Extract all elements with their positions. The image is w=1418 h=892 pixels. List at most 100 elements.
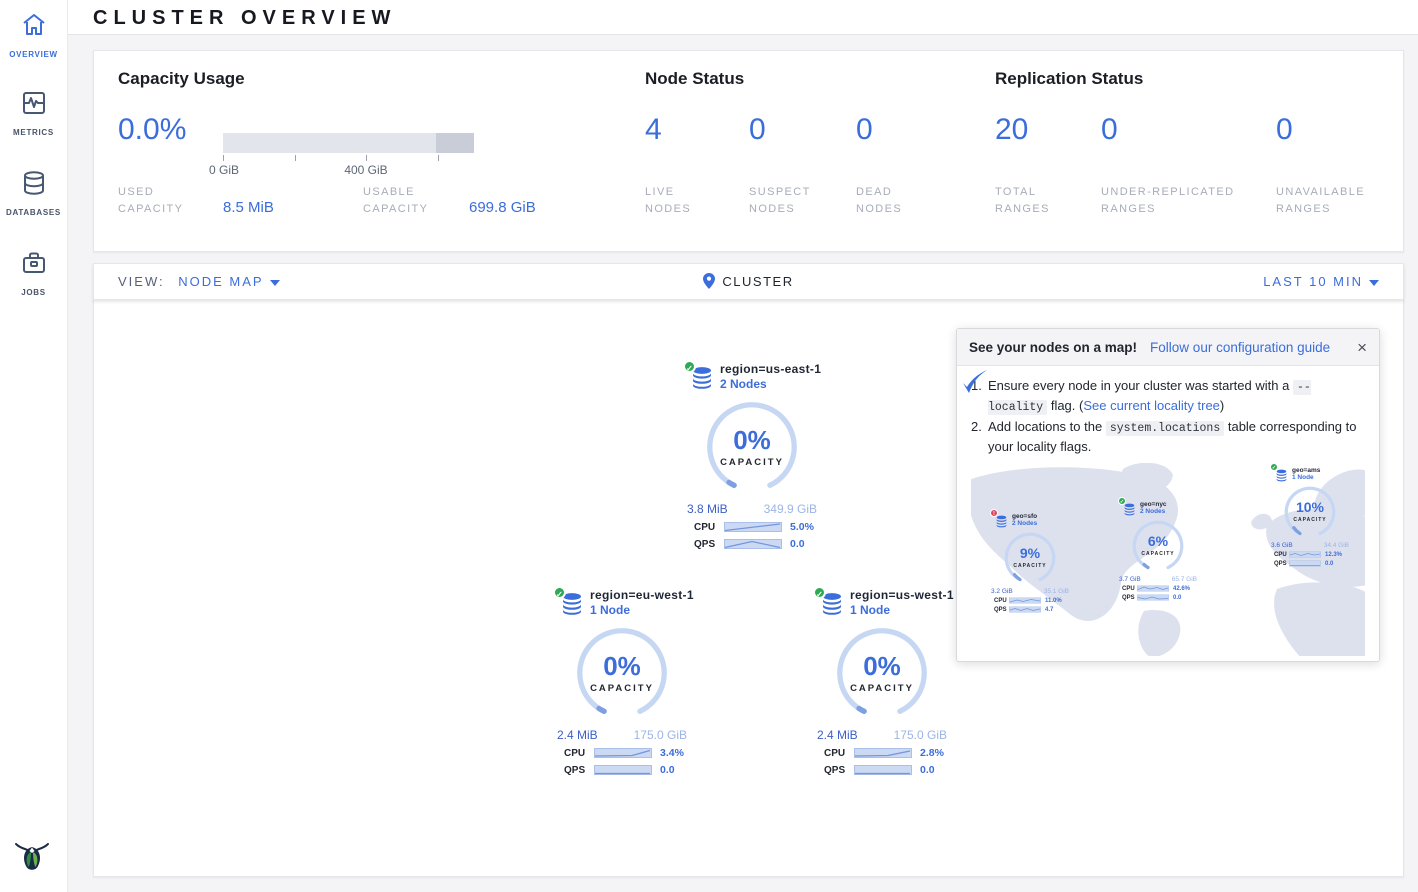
locality-name: region=eu-west-1 — [590, 588, 694, 602]
used-capacity-label: USED CAPACITY — [118, 184, 213, 218]
configuration-guide-link[interactable]: Follow our configuration guide — [1150, 340, 1330, 355]
locality-node-count: 1 Node — [590, 603, 694, 617]
usable-capacity-label: USABLE CAPACITY — [363, 184, 458, 218]
locality-node-count: 1 Node — [1292, 474, 1320, 481]
capacity-gauge: 6% CAPACITY — [1131, 519, 1185, 573]
axis-tick — [438, 155, 439, 161]
capacity-bar-reserved-segment — [436, 133, 474, 153]
used-capacity-value: 8.5 MiB — [223, 199, 274, 216]
locality-node-count: 2 Nodes — [720, 377, 821, 391]
node-map-setup-popup: See your nodes on a map! Follow our conf… — [956, 328, 1380, 662]
qps-sparkline — [1289, 560, 1321, 567]
cpu-sparkline — [724, 521, 782, 533]
locality-us-west-1[interactable]: ✓ region=us-west-1 1 Node 0% CAPACITY — [816, 588, 948, 776]
live-nodes-label: LIVE NODES — [645, 184, 720, 218]
cpu-label: CPU — [1274, 552, 1289, 558]
replication-status-title: Replication Status — [995, 69, 1143, 89]
status-ok-icon: ✓ — [683, 360, 696, 373]
close-icon[interactable]: × — [1357, 339, 1367, 356]
setup-step-1: 1. Ensure every node in your cluster was… — [971, 376, 1367, 417]
cpu-label: CPU — [694, 522, 724, 533]
qps-label: QPS — [564, 765, 594, 776]
capacity-gauge: 0% CAPACITY — [704, 399, 800, 495]
locality-database-icon: ✓ — [560, 592, 584, 616]
locality-database-icon: ✓ — [1123, 503, 1136, 516]
cpu-value: 11.0% — [1045, 598, 1062, 604]
unavailable-ranges-value: 0 — [1276, 113, 1293, 147]
capacity-percent: 0% — [574, 651, 670, 682]
cpu-value: 2.8% — [920, 747, 944, 759]
locality-name: geo=ams — [1292, 467, 1320, 474]
home-icon — [21, 12, 47, 38]
preview-locality-sfo: ! geo=sfo 2 Nodes — [991, 513, 1069, 613]
locality-breadcrumb[interactable]: CLUSTER — [94, 273, 1403, 292]
capacity-label: CAPACITY — [834, 683, 930, 694]
locality-name: geo=sfo — [1012, 513, 1037, 520]
usable-capacity: 35.1 GiB — [1044, 588, 1069, 595]
locality-database-icon: ✓ — [1275, 469, 1288, 482]
preview-locality-nyc: ✓ geo=nyc 2 Nodes — [1119, 501, 1197, 601]
sidebar-item-databases[interactable]: DATABASES — [0, 170, 67, 220]
capacity-label: CAPACITY — [574, 683, 670, 694]
used-capacity: 2.4 MiB — [557, 728, 598, 742]
check-icon — [959, 368, 989, 398]
capacity-usage-title: Capacity Usage — [118, 69, 245, 89]
qps-sparkline — [594, 764, 652, 776]
qps-label: QPS — [694, 539, 724, 550]
cockroachdb-logo[interactable] — [10, 834, 54, 878]
cpu-sparkline — [854, 747, 912, 759]
status-ok-icon: ✓ — [813, 586, 826, 599]
cpu-value: 12.3% — [1325, 552, 1342, 558]
usable-capacity-value: 699.8 GiB — [469, 199, 536, 216]
sidebar-item-overview[interactable]: OVERVIEW — [0, 12, 67, 62]
node-map-panel: ✓ region=us-east-1 2 Nodes 0% CAPACITY — [93, 300, 1404, 877]
cluster-summary-panel: Capacity Usage 0.0% 0 GiB 400 GiB USED C… — [93, 50, 1404, 252]
map-pin-icon — [703, 273, 715, 292]
locality-eu-west-1[interactable]: ✓ region=eu-west-1 1 Node 0% CAPACITY — [556, 588, 688, 776]
cpu-value: 3.4% — [660, 747, 684, 759]
usable-capacity: 34.4 GiB — [1324, 542, 1349, 549]
cpu-value: 5.0% — [790, 521, 814, 533]
cpu-sparkline — [594, 747, 652, 759]
metrics-icon — [21, 90, 47, 116]
used-capacity: 2.4 MiB — [817, 728, 858, 742]
total-ranges-value: 20 — [995, 113, 1028, 147]
under-replicated-ranges-value: 0 — [1101, 113, 1118, 147]
time-range-dropdown[interactable]: LAST 10 MIN — [1263, 274, 1379, 289]
sidebar-item-jobs[interactable]: JOBS — [0, 250, 67, 300]
locality-us-east-1[interactable]: ✓ region=us-east-1 2 Nodes 0% CAPACITY — [686, 362, 818, 550]
dead-nodes-label: DEAD NODES — [856, 184, 931, 218]
capacity-percent: 0% — [704, 425, 800, 456]
qps-value: 0.0 — [920, 764, 935, 776]
cpu-label: CPU — [564, 748, 594, 759]
qps-label: QPS — [1122, 595, 1137, 601]
locality-node-count: 1 Node — [850, 603, 954, 617]
qps-value: 0.0 — [1173, 595, 1181, 601]
axis-tick-label: 0 GiB — [209, 163, 239, 177]
cpu-label: CPU — [1122, 586, 1137, 592]
sidebar-item-metrics[interactable]: METRICS — [0, 90, 67, 140]
unavailable-ranges-label: UNAVAILABLE RANGES — [1276, 184, 1396, 218]
qps-sparkline — [854, 764, 912, 776]
capacity-percent: 0.0% — [118, 113, 186, 147]
database-icon — [21, 170, 47, 196]
capacity-percent: 9% — [1003, 545, 1057, 561]
qps-sparkline — [1009, 606, 1041, 613]
locality-name: geo=nyc — [1140, 501, 1167, 508]
capacity-percent: 10% — [1283, 499, 1337, 515]
chevron-down-icon — [1369, 280, 1379, 286]
popup-body: 1. Ensure every node in your cluster was… — [957, 366, 1379, 456]
cpu-sparkline — [1137, 585, 1169, 592]
cluster-overview-page: OVERVIEW METRICS DATABASES JOBS — [0, 0, 1418, 892]
sidebar-item-label: METRICS — [13, 128, 54, 137]
cpu-sparkline — [1009, 597, 1041, 604]
locality-tree-link[interactable]: See current locality tree — [1083, 398, 1220, 413]
usable-capacity: 65.7 GiB — [1172, 576, 1197, 583]
locality-name: region=us-east-1 — [720, 362, 821, 376]
axis-tick — [366, 155, 367, 161]
capacity-bar — [223, 133, 474, 153]
locality-node-count: 2 Nodes — [1012, 520, 1037, 527]
capacity-gauge: 10% CAPACITY — [1283, 485, 1337, 539]
qps-value: 4.7 — [1045, 607, 1053, 613]
capacity-label: CAPACITY — [1003, 563, 1057, 569]
